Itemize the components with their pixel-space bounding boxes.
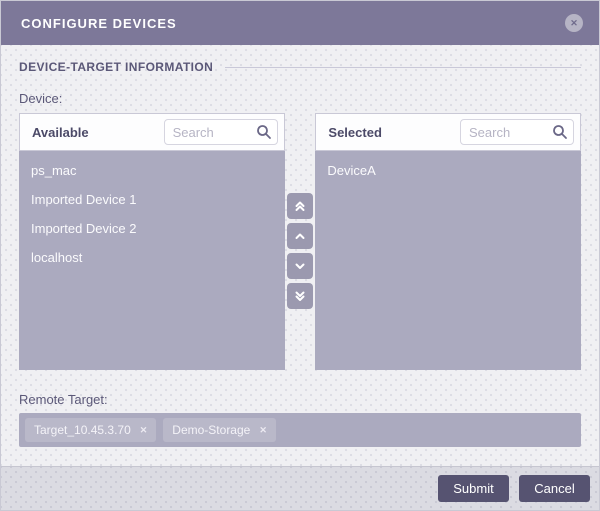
close-button[interactable]: ✕ (565, 14, 583, 32)
remote-target-container: Target_10.45.3.70 ✕ Demo-Storage ✕ (19, 413, 581, 447)
move-all-up-button[interactable] (286, 193, 313, 219)
chevron-double-down-icon (293, 289, 307, 303)
submit-button[interactable]: Submit (438, 475, 509, 502)
remote-target-tag: Target_10.45.3.70 ✕ (25, 418, 157, 442)
available-list: ps_mac Imported Device 1 Imported Device… (19, 151, 285, 370)
close-icon: ✕ (139, 424, 148, 435)
close-icon: ✕ (259, 424, 267, 435)
selected-panel-header: Selected (315, 113, 581, 151)
list-item[interactable]: DeviceA (315, 156, 581, 185)
list-item[interactable]: Imported Device 2 (19, 214, 285, 243)
dual-list: Available ps_mac Imported Device 1 (19, 113, 581, 370)
section-divider (225, 66, 581, 68)
move-down-button[interactable] (286, 253, 313, 279)
dialog-header: CONFIGURE DEVICES ✕ (1, 1, 599, 45)
selected-search (459, 119, 574, 145)
selected-label: Selected (328, 124, 382, 140)
selected-list: DeviceA (315, 151, 581, 370)
dialog-body: DEVICE-TARGET INFORMATION Device: Availa… (1, 45, 599, 466)
dialog-title: CONFIGURE DEVICES (21, 15, 177, 31)
remote-target-tag: Demo-Storage ✕ (163, 418, 276, 442)
chevron-double-up-icon (293, 199, 307, 213)
search-icon[interactable] (256, 123, 273, 140)
remote-target-label: Remote Target: (19, 392, 108, 407)
list-item[interactable]: localhost (19, 243, 285, 272)
section-header: DEVICE-TARGET INFORMATION (19, 60, 581, 74)
move-all-down-button[interactable] (286, 283, 313, 309)
configure-devices-dialog: CONFIGURE DEVICES ✕ DEVICE-TARGET INFORM… (0, 0, 600, 511)
dialog-footer: Submit Cancel (1, 466, 599, 510)
close-icon: ✕ (570, 18, 578, 28)
tag-label: Demo-Storage (172, 423, 251, 437)
list-item[interactable]: Imported Device 1 (19, 185, 285, 214)
transfer-buttons (285, 113, 316, 370)
selected-panel: Selected DeviceA (315, 113, 581, 370)
available-search (163, 119, 278, 145)
search-icon[interactable] (552, 123, 569, 140)
available-panel-header: Available (19, 113, 285, 151)
device-label: Device: (19, 91, 63, 106)
section-title: DEVICE-TARGET INFORMATION (19, 60, 214, 74)
move-up-button[interactable] (286, 223, 313, 249)
cancel-button[interactable]: Cancel (519, 475, 590, 502)
tag-remove-button[interactable]: ✕ (140, 425, 148, 436)
available-label: Available (32, 124, 89, 140)
chevron-up-icon (293, 229, 307, 243)
list-item[interactable]: ps_mac (19, 156, 285, 185)
chevron-down-icon (293, 259, 307, 273)
tag-label: Target_10.45.3.70 (34, 423, 131, 437)
available-panel: Available ps_mac Imported Device 1 (19, 113, 285, 370)
tag-remove-button[interactable]: ✕ (259, 425, 267, 436)
